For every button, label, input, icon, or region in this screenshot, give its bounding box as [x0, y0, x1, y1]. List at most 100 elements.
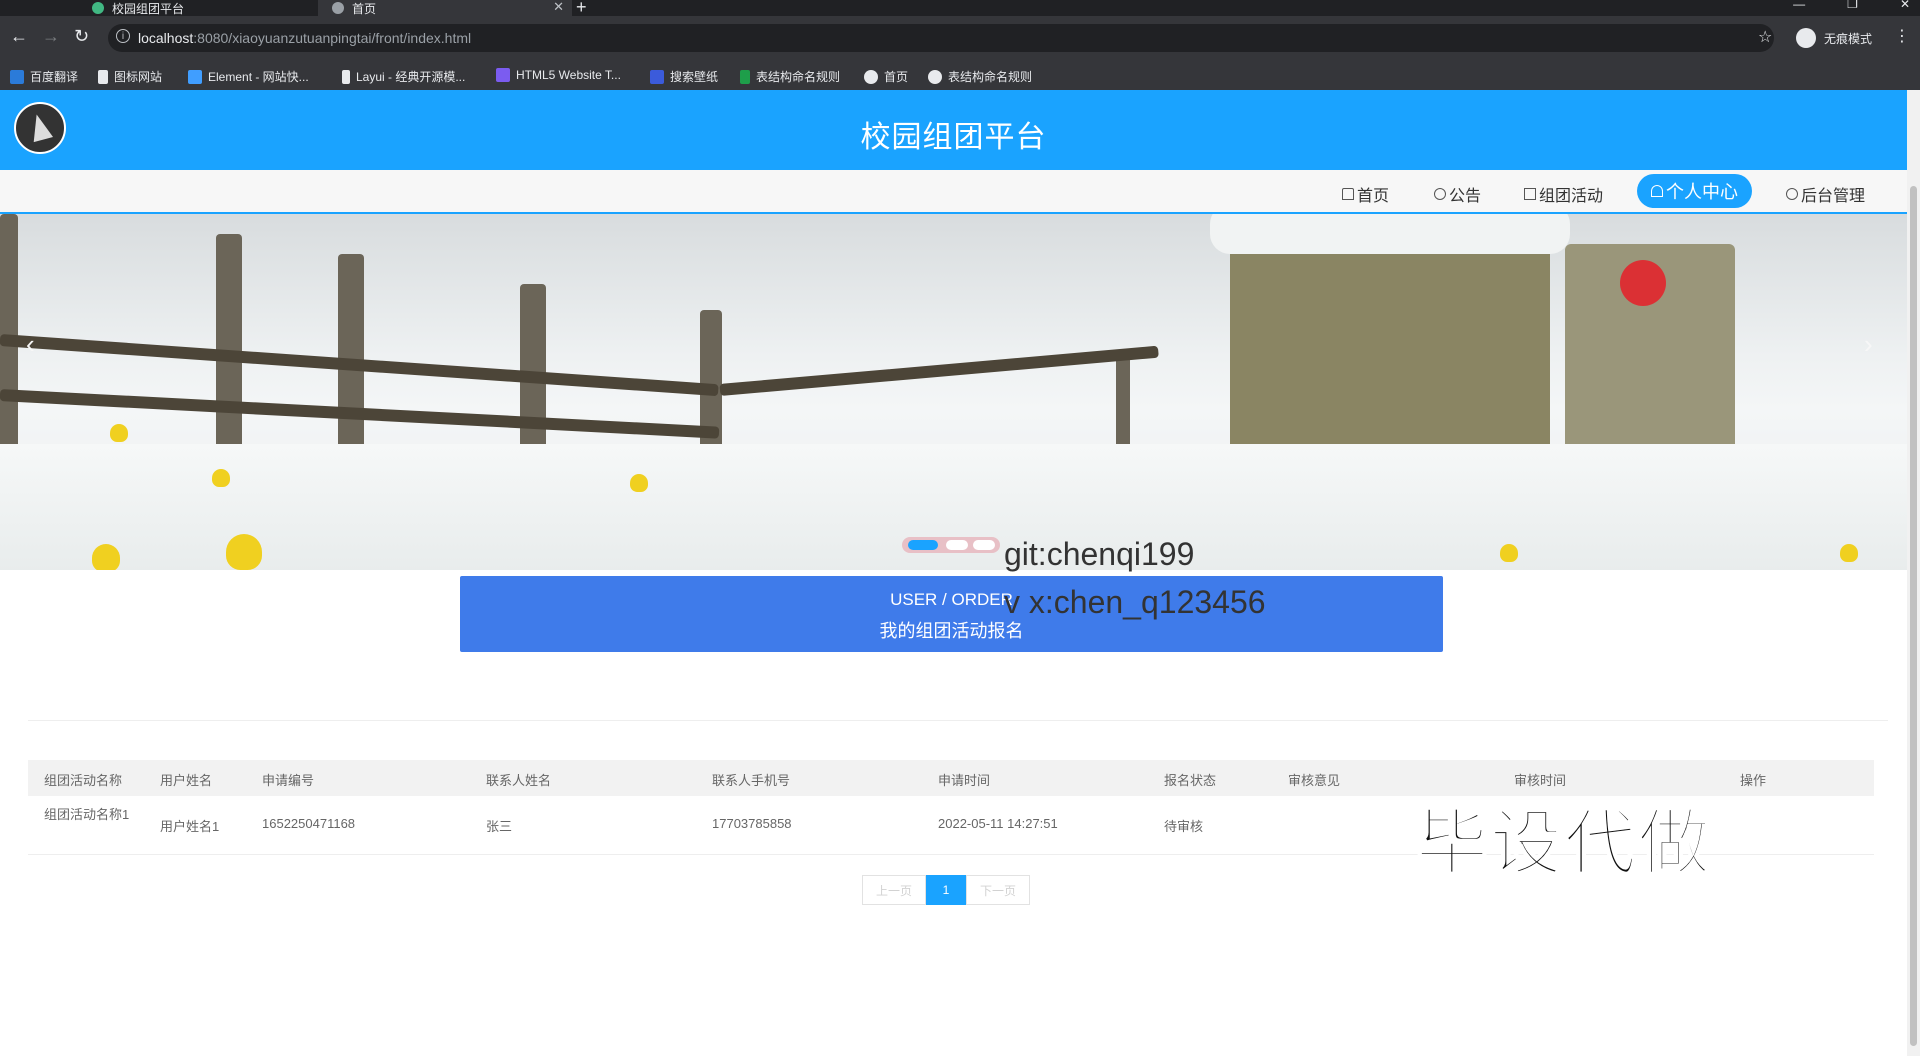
banner-flower: [1500, 544, 1518, 562]
bookmark-item[interactable]: 百度翻译: [10, 68, 78, 85]
bookmark-item[interactable]: 表结构命名规则: [740, 68, 840, 85]
site-title: 校园组团平台: [860, 121, 1047, 154]
column-header: 审核意见: [1288, 773, 1341, 788]
nav-admin[interactable]: 后台管理: [1783, 182, 1866, 206]
grid-icon: [1524, 188, 1536, 200]
nav-notice[interactable]: 公告: [1434, 182, 1481, 206]
bookmarks-bar: 百度翻译 图标网站 Element - 网站快... Layui - 经典开源模…: [0, 62, 1920, 91]
window-controls: — ❐ ✕: [1793, 0, 1910, 11]
url-host: localhost: [138, 30, 194, 46]
home-icon: [1342, 188, 1354, 200]
cell-activity-name: 组团活动名称1: [44, 807, 130, 822]
vue-icon: [92, 2, 104, 14]
nav-label: 首页: [1357, 188, 1390, 205]
bookmark-star-icon[interactable]: ☆: [1758, 27, 1772, 47]
cell-contact-name: 张三: [486, 819, 513, 834]
browser-tab[interactable]: 校园组团平台 ✕: [60, 0, 348, 16]
bookmark-label: Layui - 经典开源模...: [356, 70, 466, 84]
bookmark-item[interactable]: 首页: [864, 68, 908, 85]
bookmark-label: 表结构命名规则: [948, 70, 1033, 84]
address-bar-row: ← → ↻ i localhost:8080/xiaoyuanzutuanpin…: [0, 16, 1920, 62]
bookmark-label: HTML5 Website T...: [516, 68, 621, 82]
maximize-icon[interactable]: ❐: [1847, 0, 1858, 11]
cell-apply-time: 2022-05-11 14:27:51: [938, 816, 1058, 831]
carousel-dot[interactable]: [908, 540, 938, 550]
incognito-badge[interactable]: 无痕模式: [1796, 28, 1872, 48]
page-viewport: 校园组团平台 首页 公告 组团活动 个人中心 后台管理 ‹ › USER / O…: [0, 90, 1907, 1056]
html5-icon: [496, 68, 510, 82]
cell-status: 待审核: [1164, 819, 1204, 834]
section-title-bar: USER / ORDER 我的组团活动报名: [460, 576, 1443, 652]
watermark-ad: 毕设代做: [1415, 803, 1713, 885]
banner-flower: [92, 544, 120, 570]
column-header: 操作: [1740, 773, 1767, 788]
mouse-pointer-highlight: [1620, 260, 1666, 306]
carousel-next-icon[interactable]: ›: [1864, 329, 1873, 360]
page-scrollbar[interactable]: [1907, 90, 1920, 1056]
back-icon[interactable]: ←: [10, 26, 28, 47]
url-field[interactable]: i localhost:8080/xiaoyuanzutuanpingtai/f…: [108, 24, 1774, 52]
cell-application-no: 1652250471168: [262, 816, 356, 831]
bookmark-label: Element - 网站快...: [208, 70, 309, 84]
page-number-button[interactable]: 1: [926, 875, 966, 905]
bookmark-icon: [10, 69, 24, 84]
nav-label: 后台管理: [1801, 188, 1866, 205]
tab-title: 首页: [352, 1, 377, 16]
section-title-en: USER / ORDER: [890, 590, 1013, 609]
bookmark-item[interactable]: 表结构命名规则: [928, 68, 1032, 85]
globe-icon: [864, 69, 878, 84]
flag-icon: [98, 69, 108, 84]
browser-tab-bar: 校园组团平台 ✕ 首页 ✕ + — ❐ ✕: [0, 0, 1920, 17]
banner-flower: [226, 534, 262, 570]
info-icon[interactable]: i: [116, 29, 130, 43]
column-header: 申请编号: [262, 773, 315, 788]
main-nav: 首页 公告 组团活动 个人中心 后台管理: [0, 170, 1907, 214]
close-tab-icon[interactable]: ✕: [553, 0, 564, 15]
bookmark-item[interactable]: Layui - 经典开源模...: [342, 68, 465, 85]
watermark-wx: v x:chen_q123456: [1004, 584, 1266, 620]
nav-label: 组团活动: [1539, 188, 1604, 205]
prev-page-button[interactable]: 上一页: [862, 875, 926, 905]
bookmark-item[interactable]: HTML5 Website T...: [496, 68, 621, 82]
banner-flower: [110, 424, 128, 442]
user-icon: [1651, 185, 1663, 197]
link-icon: [1783, 185, 1801, 203]
incognito-icon: [1796, 28, 1816, 48]
browser-menu-icon[interactable]: ⋮: [1894, 26, 1910, 46]
banner-flower: [630, 474, 648, 492]
carousel-prev-icon[interactable]: ‹: [26, 329, 35, 360]
scrollbar-thumb[interactable]: [1910, 186, 1917, 1046]
close-window-icon[interactable]: ✕: [1900, 0, 1910, 11]
nav-home[interactable]: 首页: [1342, 182, 1389, 206]
banner-flower: [1840, 544, 1858, 562]
bookmark-label: 表结构命名规则: [756, 70, 841, 84]
column-header: 用户姓名: [160, 773, 213, 788]
reload-icon[interactable]: ↻: [74, 26, 89, 47]
column-header: 联系人手机号: [712, 773, 791, 788]
minimize-icon[interactable]: —: [1793, 0, 1805, 11]
column-header: 报名状态: [1164, 773, 1217, 788]
column-header: 组团活动名称: [44, 773, 123, 788]
carousel-dot[interactable]: [973, 540, 995, 550]
forward-icon[interactable]: →: [42, 26, 60, 47]
layui-icon: [342, 69, 350, 84]
nav-group-activity[interactable]: 组团活动: [1524, 182, 1603, 206]
element-icon: [188, 69, 202, 84]
incognito-label: 无痕模式: [1824, 31, 1873, 46]
banner-fence-rail: [719, 345, 1159, 396]
site-header: 校园组团平台: [0, 90, 1907, 170]
nav-user-center[interactable]: 个人中心: [1637, 174, 1752, 208]
notice-icon: [1434, 188, 1446, 200]
browser-tab-active[interactable]: 首页 ✕: [318, 0, 572, 16]
cell-user-name: 用户姓名1: [160, 819, 220, 834]
tab-title: 校园组团平台: [112, 1, 185, 16]
bookmark-label: 百度翻译: [30, 70, 79, 84]
url-text: localhost:8080/xiaoyuanzutuanpingtai/fro…: [138, 30, 471, 46]
next-page-button[interactable]: 下一页: [966, 875, 1030, 905]
bookmark-item[interactable]: 搜索壁纸: [650, 68, 718, 85]
bookmark-item[interactable]: 图标网站: [98, 68, 162, 85]
carousel-dot[interactable]: [946, 540, 968, 550]
carousel-banner: ‹ ›: [0, 214, 1907, 570]
bookmark-item[interactable]: Element - 网站快...: [188, 68, 309, 85]
banner-house: [1210, 214, 1570, 454]
